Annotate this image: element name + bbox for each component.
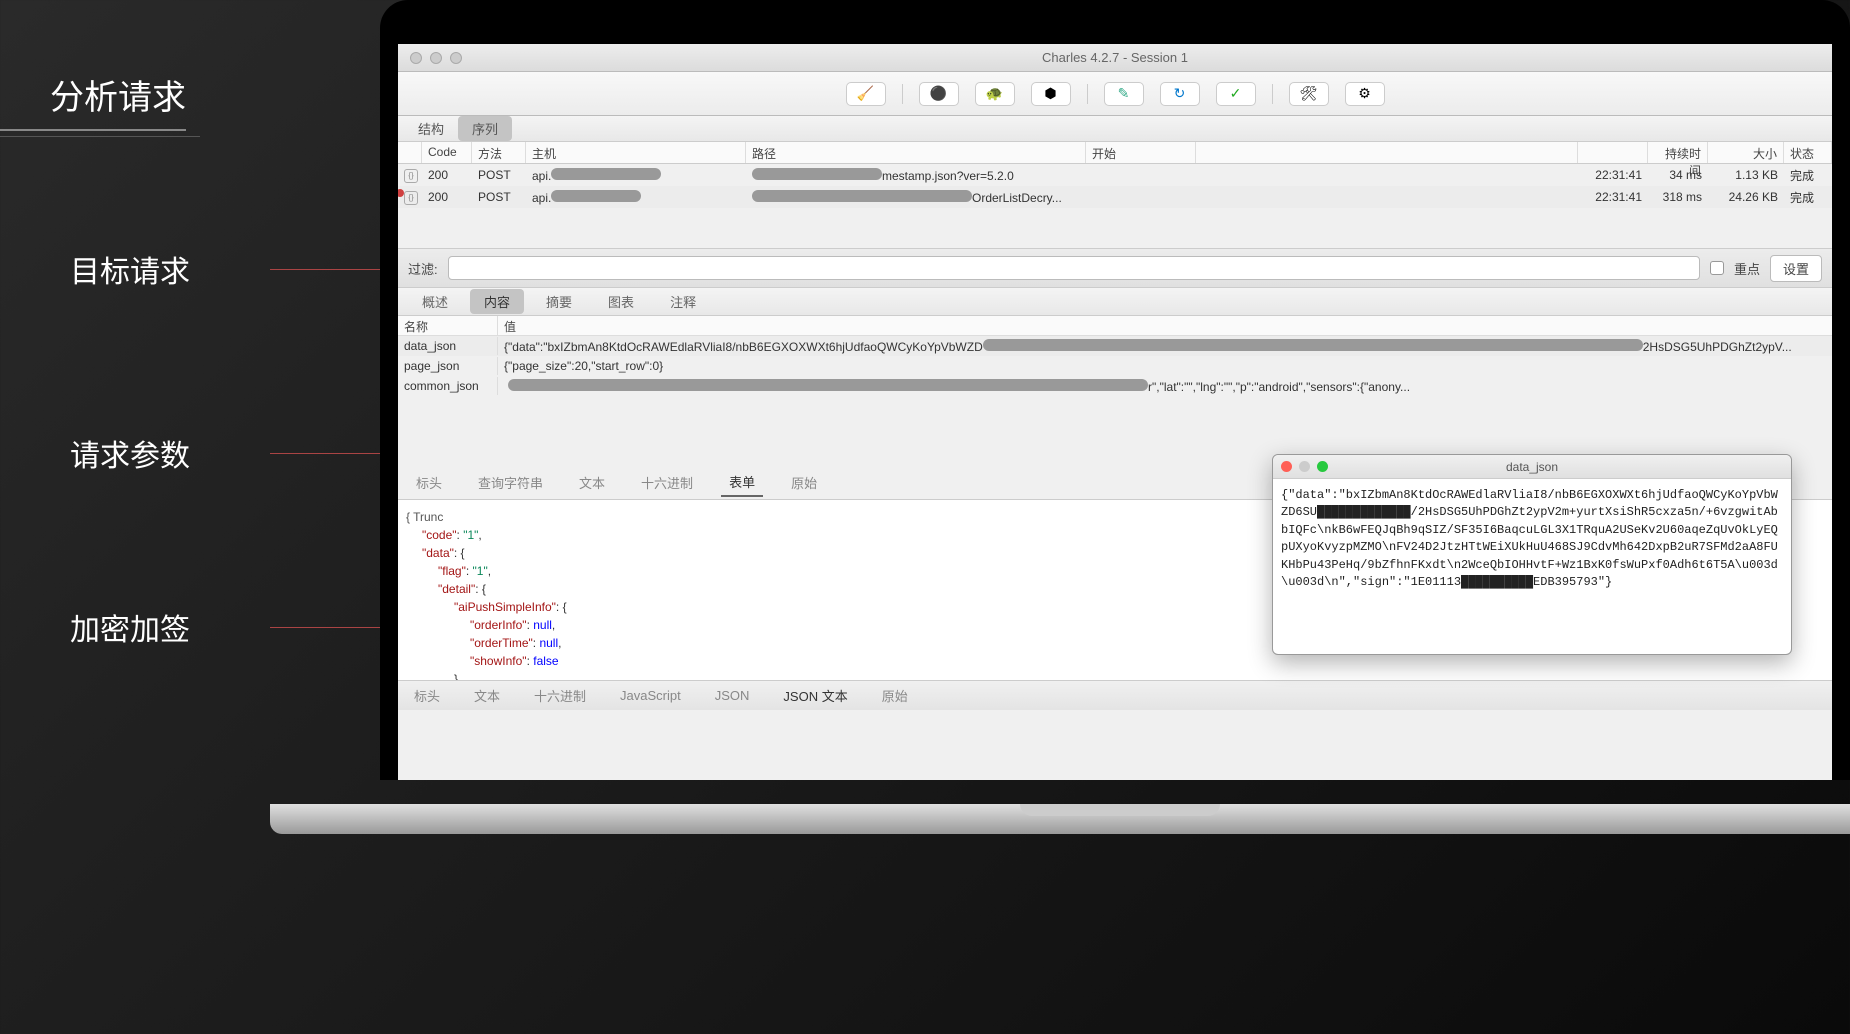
label-request-params: 请求参数 [70,421,430,485]
redacted-text [752,168,882,180]
json-icon: {} [404,191,418,205]
focus-checkbox[interactable] [1710,261,1724,275]
tab-form[interactable]: 表单 [721,468,763,497]
validate-icon[interactable]: ✓ [1216,82,1256,106]
maximize-icon[interactable] [1317,461,1328,472]
col-size[interactable]: 大小 [1708,142,1784,163]
section-title: 分析请求 [0,30,186,131]
app-screen: Charles 4.2.7 - Session 1 🧹 ⚫ 🐢 ⬢ ✎ ↻ ✓ … [398,44,1832,780]
col-code[interactable]: Code [422,142,472,163]
edit-icon[interactable]: ✎ [1104,82,1144,106]
tab-overview[interactable]: 概述 [408,289,462,314]
tab-text[interactable]: 文本 [468,683,506,708]
settings-button[interactable]: 设置 [1770,255,1822,282]
window-title: Charles 4.2.7 - Session 1 [1042,50,1188,65]
col-start[interactable]: 开始 [1086,142,1196,163]
broom-icon[interactable]: 🧹 [846,82,886,106]
label-target-request: 目标请求 [70,237,430,301]
tab-content[interactable]: 内容 [470,289,524,314]
focus-label: 重点 [1734,259,1760,278]
tools-icon[interactable]: 🛠 [1289,82,1329,106]
label-encryption-sign: 加密加签 [70,595,430,659]
laptop-mockup: Charles 4.2.7 - Session 1 🧹 ⚫ 🐢 ⬢ ✎ ↻ ✓ … [380,0,1850,1034]
popup-title: data_json [1506,460,1558,474]
close-icon[interactable] [1281,461,1292,472]
toolbar: 🧹 ⚫ 🐢 ⬢ ✎ ↻ ✓ 🛠 ⚙ [398,72,1832,116]
data-json-popup[interactable]: data_json {"data":"bxIZbmAn8KtdOcRAWEdla… [1272,454,1792,655]
tab-hex[interactable]: 十六进制 [528,683,592,708]
breakpoint-icon[interactable]: ⬢ [1031,82,1071,106]
tab-raw[interactable]: 原始 [783,469,825,496]
col-param-value[interactable]: 值 [498,316,1832,335]
tab-hex[interactable]: 十六进制 [633,469,701,496]
col-path[interactable]: 路径 [746,142,1086,163]
tab-javascript[interactable]: JavaScript [614,685,687,706]
tab-structure[interactable]: 结构 [404,116,458,141]
param-row[interactable]: common_json r","lat":"","lng":"","p":"an… [398,376,1832,396]
tab-notes[interactable]: 注释 [656,289,710,314]
request-table-header: Code 方法 主机 路径 开始 持续时间 大小 状态 [398,142,1832,164]
tab-text[interactable]: 文本 [571,469,613,496]
param-row[interactable]: data_json {"data":"bxIZbmAn8KtdOcRAWEdla… [398,336,1832,356]
window-titlebar[interactable]: Charles 4.2.7 - Session 1 [398,44,1832,72]
throttle-icon[interactable]: 🐢 [975,82,1015,106]
minimize-icon[interactable] [430,52,442,64]
tab-headers[interactable]: 标头 [408,683,446,708]
tab-summary[interactable]: 摘要 [532,289,586,314]
maximize-icon[interactable] [450,52,462,64]
col-param-name[interactable]: 名称 [398,316,498,335]
annotation-panel: 分析请求 目标请求 请求参数 加密加签 [0,0,430,1034]
filter-input[interactable] [448,256,1700,280]
popup-titlebar[interactable]: data_json [1273,455,1791,479]
close-icon[interactable] [410,52,422,64]
json-icon: {} [404,169,418,183]
col-host[interactable]: 主机 [526,142,746,163]
col-time [1578,142,1648,163]
tab-json[interactable]: JSON [709,685,756,706]
params-header: 名称 值 [398,316,1832,336]
tab-query[interactable]: 查询字符串 [470,469,551,496]
record-icon[interactable]: ⚫ [919,82,959,106]
redacted-text [551,190,641,202]
view-mode-tabs: 结构 序列 [398,116,1832,142]
param-row[interactable]: page_json {"page_size":20,"start_row":0} [398,356,1832,376]
col-status[interactable]: 状态 [1784,142,1832,163]
redacted-text [508,379,1148,391]
redacted-text [752,190,972,202]
redacted-text [551,168,661,180]
request-row[interactable]: {} 200 POST api. OrderListDecry... 22:31… [398,186,1832,208]
col-duration[interactable]: 持续时间 [1648,142,1708,163]
filter-label: 过滤: [408,259,438,278]
minimize-icon[interactable] [1299,461,1310,472]
tab-headers[interactable]: 标头 [408,469,450,496]
detail-tabs: 概述 内容 摘要 图表 注释 [398,288,1832,316]
tab-json-text[interactable]: JSON 文本 [777,683,853,708]
request-row[interactable]: {} 200 POST api. mestamp.json?ver=5.2.0 … [398,164,1832,186]
col-method[interactable]: 方法 [472,142,526,163]
tab-sequence[interactable]: 序列 [458,116,512,141]
laptop-base [270,804,1850,834]
filter-bar: 过滤: 重点 设置 [398,248,1832,288]
response-body-tabs: 标头 文本 十六进制 JavaScript JSON JSON 文本 原始 [398,680,1832,710]
settings-icon[interactable]: ⚙ [1345,82,1385,106]
popup-body[interactable]: {"data":"bxIZbmAn8KtdOcRAWEdlaRVliaI8/nb… [1273,479,1791,654]
repeat-icon[interactable]: ↻ [1160,82,1200,106]
tab-chart[interactable]: 图表 [594,289,648,314]
redacted-text [983,339,1643,351]
tab-raw[interactable]: 原始 [876,683,914,708]
